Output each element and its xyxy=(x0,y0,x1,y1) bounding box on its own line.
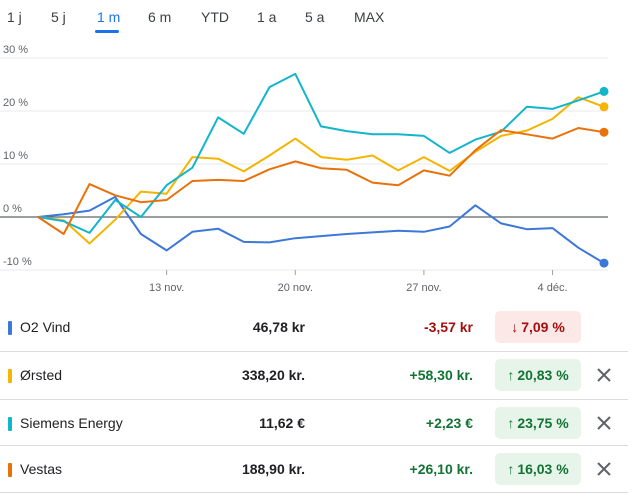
percent-change-badge: ↑ 23,75 % xyxy=(495,407,581,439)
tab-max[interactable]: MAX xyxy=(354,9,384,25)
x-tick-label: 13 nov. xyxy=(149,282,184,294)
tab-5d[interactable]: 5 j xyxy=(51,9,66,25)
series-line xyxy=(37,96,605,245)
tab-1d[interactable]: 1 j xyxy=(7,9,22,25)
series-line xyxy=(37,127,605,235)
price-change: +26,10 kr. xyxy=(409,461,473,477)
series-line xyxy=(37,195,605,265)
stock-name: Vestas xyxy=(20,461,63,477)
close-icon[interactable] xyxy=(594,413,614,433)
percent-change-badge: ↑ 20,83 % xyxy=(495,359,581,391)
tab-6m[interactable]: 6 m xyxy=(148,9,171,25)
table-row[interactable]: Ørsted 338,20 kr. +58,30 kr. ↑ 20,83 % xyxy=(0,352,643,399)
y-tick-label: 10 % xyxy=(3,150,28,162)
percent-change-badge: ↑ 16,03 % xyxy=(495,453,581,485)
arrow-down-icon: ↓ xyxy=(511,319,519,335)
arrow-up-icon: ↑ xyxy=(507,367,515,383)
stock-price: 188,90 kr. xyxy=(241,461,305,477)
series-color-swatch xyxy=(8,417,12,431)
table-row[interactable]: O2 Vind 46,78 kr -3,57 kr ↓ 7,09 % xyxy=(0,304,643,351)
table-row[interactable]: Siemens Energy 11,62 € +2,23 € ↑ 23,75 % xyxy=(0,400,643,447)
x-tick-label: 27 nov. xyxy=(406,282,441,294)
price-change: -3,57 kr xyxy=(423,319,473,335)
percent-change-badge: ↓ 7,09 % xyxy=(495,311,581,343)
arrow-up-icon: ↑ xyxy=(507,461,515,477)
active-tab-indicator xyxy=(95,30,119,33)
stock-price: 11,62 € xyxy=(259,415,305,431)
tab-1m[interactable]: 1 m xyxy=(97,9,120,25)
x-tick-label: 20 nov. xyxy=(278,282,313,294)
price-change: +2,23 € xyxy=(425,415,473,431)
percent-change-value: 20,83 % xyxy=(517,367,569,383)
series-end-dot xyxy=(599,127,609,137)
percent-change-value: 16,03 % xyxy=(517,461,569,477)
series-color-swatch xyxy=(8,463,12,477)
y-tick-label: -10 % xyxy=(3,256,32,268)
percent-change-value: 7,09 % xyxy=(521,319,565,335)
y-tick-label: 0 % xyxy=(3,203,22,215)
arrow-up-icon: ↑ xyxy=(507,415,515,431)
comparison-line-chart: 30 % 20 % 10 % 0 % -10 % 13 nov. 20 nov. 27 nov… xyxy=(0,44,609,294)
percent-change-value: 23,75 % xyxy=(517,415,569,431)
table-row[interactable]: Vestas 188,90 kr. +26,10 kr. ↑ 16,03 % xyxy=(0,446,643,493)
series-end-dot xyxy=(599,258,609,268)
tab-ytd[interactable]: YTD xyxy=(201,9,229,25)
price-change: +58,30 kr. xyxy=(409,367,473,383)
stock-name: Siemens Energy xyxy=(20,415,123,431)
stock-name: O2 Vind xyxy=(20,319,71,335)
series-end-dot xyxy=(599,86,609,96)
x-tick-label: 4 déc. xyxy=(538,282,568,294)
y-tick-label: 30 % xyxy=(3,44,28,56)
series-color-swatch xyxy=(8,369,12,383)
y-tick-label: 20 % xyxy=(3,97,28,109)
close-icon[interactable] xyxy=(594,365,614,385)
close-icon[interactable] xyxy=(594,459,614,479)
stock-price: 338,20 kr. xyxy=(241,367,305,383)
stock-name: Ørsted xyxy=(20,367,63,383)
tab-5y[interactable]: 5 a xyxy=(305,9,324,25)
series-end-dot xyxy=(599,102,609,112)
tab-1y[interactable]: 1 a xyxy=(257,9,276,25)
series-color-swatch xyxy=(8,321,12,335)
time-range-tabs: 1 j 5 j 1 m 6 m YTD 1 a 5 a MAX xyxy=(0,0,643,36)
stock-price: 46,78 kr xyxy=(252,319,305,335)
